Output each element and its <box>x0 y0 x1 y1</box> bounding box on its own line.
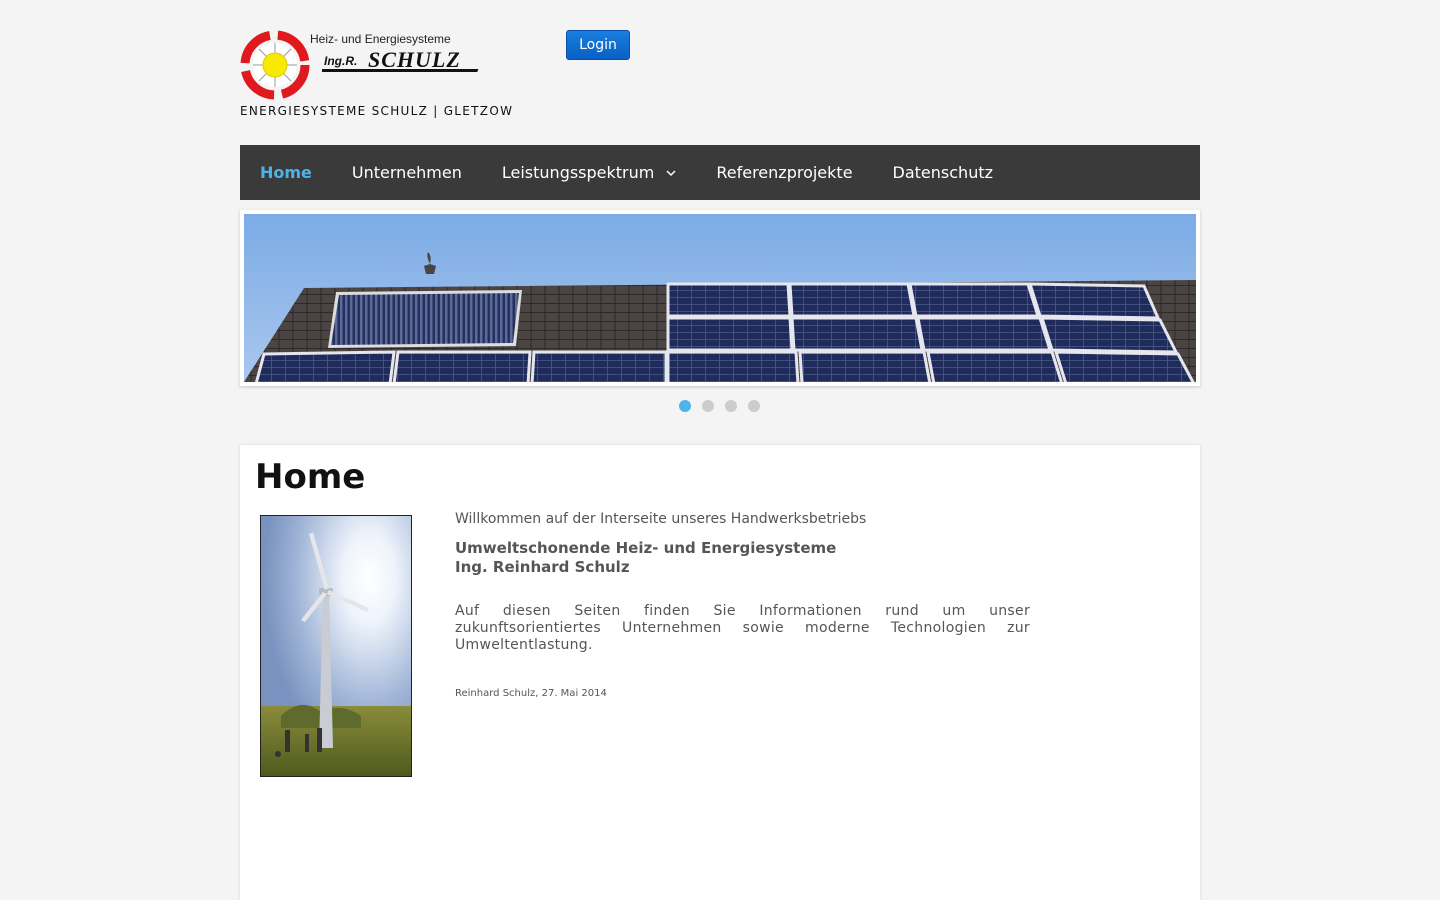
slider-pagination <box>679 400 760 412</box>
slider-dot[interactable] <box>702 400 714 412</box>
nav-item-datenschutz[interactable]: Datenschutz <box>893 163 993 182</box>
company-heading-line2: Ing. Reinhard Schulz <box>455 558 630 576</box>
svg-text:SCHULZ: SCHULZ <box>368 48 461 72</box>
welcome-text: Willkommen auf der Interseite unseres Ha… <box>455 511 867 527</box>
site-tagline: ENERGIESYSTEME SCHULZ | GLETZOW <box>240 104 514 118</box>
company-logo[interactable]: Heiz- und Energiesysteme Ing.R. SCHULZ <box>240 28 490 102</box>
nav-item-label: Unternehmen <box>351 163 462 182</box>
nav-item-unternehmen[interactable]: Unternehmen <box>352 163 462 182</box>
intro-text: Willkommen auf der Interseite unseres Ha… <box>455 511 1030 699</box>
intro-paragraph: Auf diesen Seiten finden Sie Information… <box>455 603 1030 653</box>
slider-dot[interactable] <box>725 400 737 412</box>
company-heading: Umweltschonende Heiz- und Energiesysteme… <box>455 539 1030 577</box>
nav-item-label: Home <box>260 163 312 182</box>
signature: Reinhard Schulz, 27. Mai 2014 <box>455 688 607 699</box>
login-button[interactable]: Login <box>566 30 630 60</box>
slide-solar-roof-image <box>244 214 1196 382</box>
main-content: Home Willkommen auf der Interseite unser… <box>240 445 1200 900</box>
company-heading-line1: Umweltschonende Heiz- und Energiesysteme <box>455 539 837 557</box>
nav-item-label: Referenzprojekte <box>716 163 853 182</box>
image-slider[interactable] <box>240 210 1200 386</box>
nav-item-home[interactable]: Home <box>260 163 312 182</box>
logo-brand-mark: Ing.R. SCHULZ <box>322 48 479 72</box>
chevron-down-icon <box>666 169 676 176</box>
svg-text:Ing.R.: Ing.R. <box>324 54 357 68</box>
main-navigation: Home Unternehmen Leistungsspektrum Refer… <box>240 145 1200 200</box>
nav-item-leistungsspektrum[interactable]: Leistungsspektrum <box>502 163 676 182</box>
nav-item-referenzprojekte[interactable]: Referenzprojekte <box>716 163 852 182</box>
logo-sun-icon <box>240 30 310 100</box>
wind-turbine-image <box>260 515 412 777</box>
page-title: Home <box>255 457 366 497</box>
slider-dot[interactable] <box>679 400 691 412</box>
nav-item-label: Leistungsspektrum <box>501 163 655 182</box>
nav-item-label: Datenschutz <box>892 163 993 182</box>
slider-dot[interactable] <box>748 400 760 412</box>
logo-top-text: Heiz- und Energiesysteme <box>310 32 451 46</box>
